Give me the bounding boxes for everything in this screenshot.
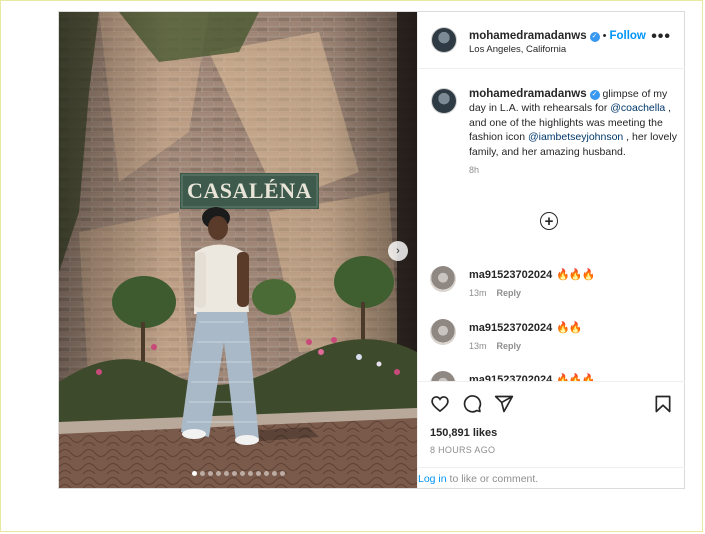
- caption-time[interactable]: 8h: [469, 163, 679, 177]
- instagram-post-embed: CASALÉNA › mohamedramadanws ✓ • Follow L…: [58, 11, 685, 489]
- caption-username[interactable]: mohamedramadanws: [469, 88, 587, 100]
- verified-icon: ✓: [589, 32, 600, 42]
- heart-icon[interactable]: [430, 394, 450, 414]
- comment-time: 13m: [469, 288, 487, 298]
- post-location[interactable]: Los Angeles, California: [469, 44, 566, 55]
- author-avatar[interactable]: [431, 27, 457, 53]
- reply-button[interactable]: Reply: [497, 288, 522, 298]
- carousel-next-button[interactable]: ›: [388, 241, 408, 261]
- carousel-dot: [223, 471, 229, 476]
- post-photo[interactable]: CASALÉNA ›: [59, 12, 417, 488]
- carousel-dot: [215, 471, 221, 476]
- caption-avatar[interactable]: [431, 88, 457, 114]
- comment-item: ma91523702024 🔥🔥🔥 13m Reply: [430, 266, 675, 306]
- mention-betsey[interactable]: @iambetseyjohnson: [528, 131, 623, 143]
- author-username[interactable]: mohamedramadanws: [469, 30, 587, 42]
- likes-count[interactable]: 150,891 likes: [430, 427, 497, 439]
- carousel-dot: [239, 471, 245, 476]
- author-line: mohamedramadanws ✓ • Follow: [469, 26, 646, 44]
- carousel-dot: [207, 471, 213, 476]
- comment-avatar[interactable]: [430, 266, 456, 292]
- carousel-dot: [231, 471, 237, 476]
- carousel-dot: [271, 471, 277, 476]
- caption-text: mohamedramadanws ✓ glimpse of my day in L…: [469, 87, 679, 177]
- comment-text: 🔥🔥: [556, 322, 582, 334]
- comment-item: ma91523702024 🔥🔥🔥: [430, 371, 675, 381]
- comment-username[interactable]: ma91523702024: [469, 374, 552, 381]
- separator-dot: •: [602, 30, 607, 42]
- more-icon[interactable]: •••: [651, 28, 671, 46]
- login-prompt-text: to like or comment.: [446, 473, 539, 485]
- comment-username[interactable]: ma91523702024: [469, 322, 552, 334]
- comment-text: 🔥🔥🔥: [556, 374, 595, 381]
- carousel-dot: [247, 471, 253, 476]
- comment-icon[interactable]: [462, 394, 482, 414]
- comment-avatar[interactable]: [430, 319, 456, 345]
- bookmark-icon[interactable]: [653, 394, 673, 414]
- post-actions: 150,891 likes 8 HOURS AGO: [418, 381, 685, 468]
- comment-avatar[interactable]: [430, 371, 456, 381]
- carousel-dot: [263, 471, 269, 476]
- post-side-panel: mohamedramadanws ✓ • Follow Los Angeles, Ca…: [417, 12, 685, 488]
- share-icon[interactable]: [494, 394, 514, 414]
- login-link[interactable]: Log in: [418, 473, 447, 485]
- photo-illustration: CASALÉNA: [59, 12, 417, 488]
- post-header: mohamedramadanws ✓ • Follow Los Angeles, Ca…: [418, 12, 685, 69]
- verified-icon: ✓: [589, 90, 600, 100]
- comment-text: 🔥🔥🔥: [556, 269, 595, 281]
- comment-username[interactable]: ma91523702024: [469, 269, 552, 281]
- carousel-dot: [255, 471, 261, 476]
- reply-button[interactable]: Reply: [497, 341, 522, 351]
- comment-item: ma91523702024 🔥🔥 13m Reply: [430, 319, 675, 359]
- mention-coachella[interactable]: @coachella: [610, 102, 665, 114]
- carousel-dot: [191, 471, 197, 476]
- carousel-dots: [59, 471, 417, 477]
- posted-time[interactable]: 8 HOURS AGO: [430, 445, 495, 455]
- comment-time: 13m: [469, 341, 487, 351]
- comments-scroll-area[interactable]: mohamedramadanws ✓ glimpse of my day in L…: [418, 69, 685, 381]
- sign-text: CASALÉNA: [187, 178, 312, 203]
- login-prompt: Log in to like or comment.: [418, 467, 685, 489]
- plus-circle-icon[interactable]: +: [540, 212, 558, 230]
- follow-button[interactable]: Follow: [609, 30, 645, 42]
- carousel-dot: [199, 471, 205, 476]
- carousel-dot: [279, 471, 285, 476]
- chevron-right-icon: ›: [396, 245, 400, 257]
